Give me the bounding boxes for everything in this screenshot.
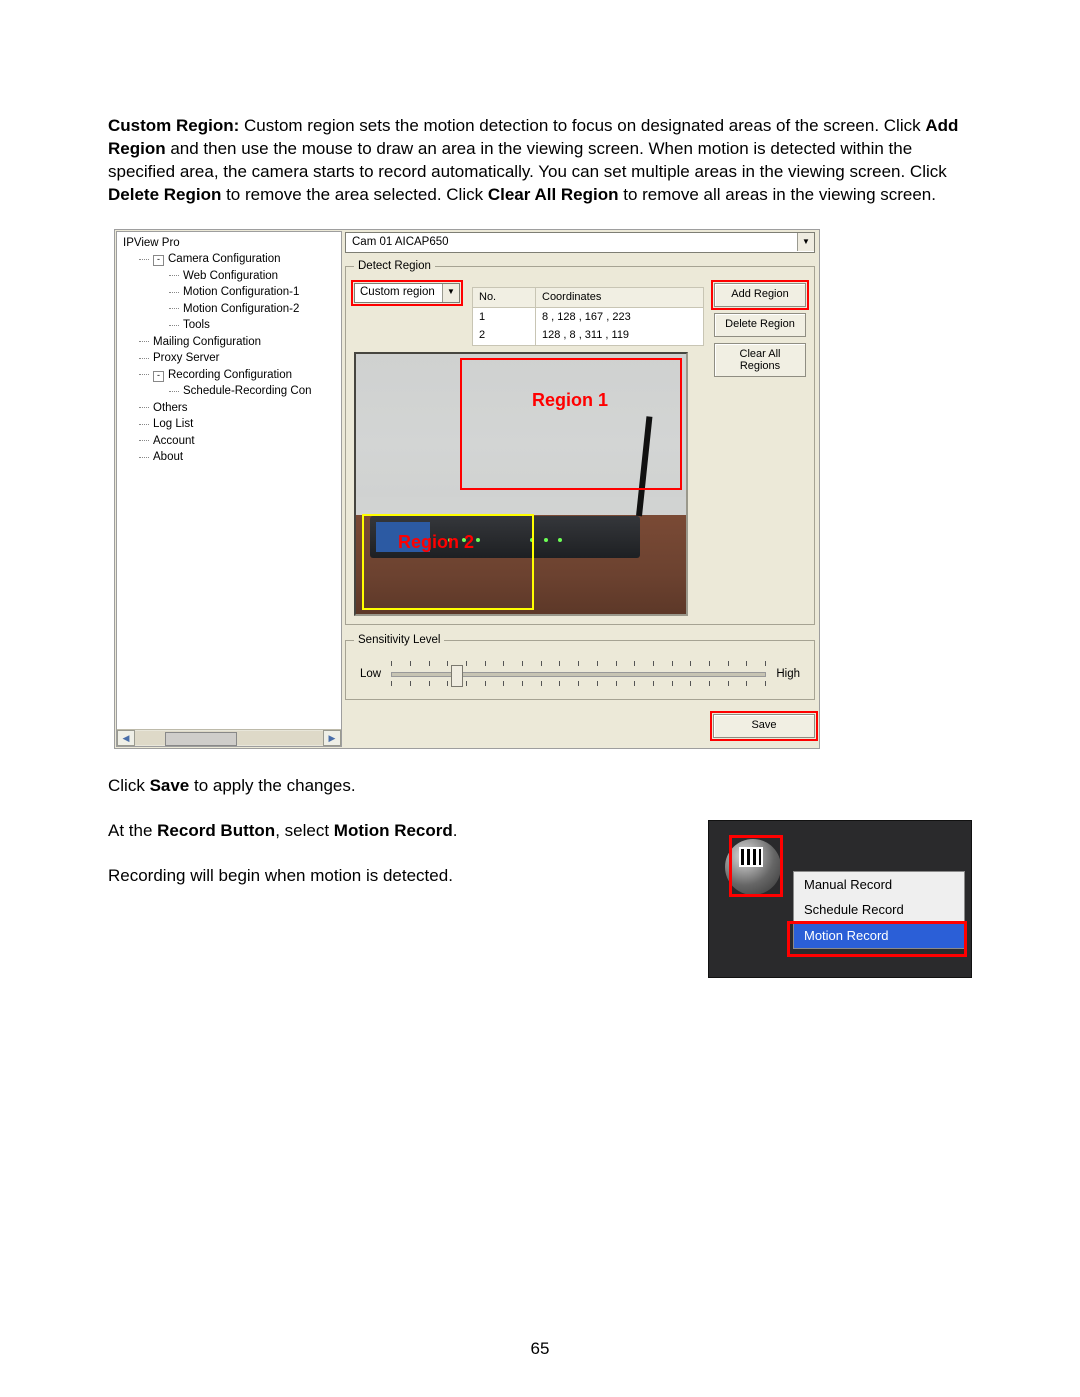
tree-expander-icon[interactable]: - — [153, 255, 164, 266]
region-mode-dropdown[interactable]: Custom region ▼ — [354, 283, 460, 303]
col-no-header: No. — [473, 288, 536, 307]
tree-scrollbar[interactable]: ◀ ▶ — [117, 729, 341, 746]
tree-tools[interactable]: Tools — [169, 318, 337, 334]
settings-pane: Cam 01 AICAP650 ▼ Detect Region Custom r… — [343, 230, 819, 748]
chevron-down-icon[interactable]: ▼ — [442, 284, 459, 302]
delete-region-button[interactable]: Delete Region — [714, 313, 806, 337]
scroll-track[interactable] — [135, 731, 323, 745]
intro-paragraph: Custom Region: Custom region sets the mo… — [108, 115, 972, 207]
clear-all-regions-button[interactable]: Clear All Regions — [714, 343, 806, 377]
region-1-label: Region 1 — [532, 388, 608, 412]
scroll-thumb[interactable] — [165, 732, 237, 746]
region-2-label: Region 2 — [398, 530, 474, 554]
tree-log-list[interactable]: Log List — [139, 417, 337, 433]
camera-dropdown[interactable]: Cam 01 AICAP650 ▼ — [345, 232, 815, 253]
slider-track — [391, 672, 766, 677]
tree-motion-config-1[interactable]: Motion Configuration-1 — [169, 285, 337, 301]
camera-preview[interactable]: Region 1 Region 2 — [354, 352, 688, 616]
scroll-right-icon[interactable]: ▶ — [323, 730, 341, 746]
detect-region-group: Detect Region Custom region ▼ No. Coo — [345, 259, 815, 625]
tree-web-config[interactable]: Web Configuration — [169, 269, 337, 285]
tree-account[interactable]: Account — [139, 434, 337, 450]
region-table: No. Coordinates 1 8 , 128 , 167 , 223 2 … — [472, 287, 704, 347]
tree-camera-config[interactable]: -Camera Configuration Web Configuration … — [139, 252, 337, 334]
region-buttons: Add Region Delete Region Clear All Regio… — [714, 283, 806, 617]
camera-selected-label: Cam 01 AICAP650 — [352, 235, 449, 251]
scroll-left-icon[interactable]: ◀ — [117, 730, 135, 746]
menu-schedule-record[interactable]: Schedule Record — [794, 897, 964, 923]
tree-proxy-server[interactable]: Proxy Server — [139, 351, 337, 367]
menu-manual-record[interactable]: Manual Record — [794, 872, 964, 898]
tree-recording-config[interactable]: -Recording Configuration Schedule-Record… — [139, 368, 337, 400]
sensitivity-level-group: Sensitivity Level Low High — [345, 633, 815, 700]
record-button-instruction: At the Record Button, select Motion Reco… — [108, 820, 674, 843]
region-mode-value: Custom region — [360, 285, 435, 301]
tree-schedule-recording[interactable]: Schedule-Recording Con — [169, 384, 337, 400]
col-coordinates-header: Coordinates — [536, 288, 703, 307]
motion-record-highlight — [787, 921, 967, 957]
record-button-highlight — [729, 835, 783, 897]
led-icon — [558, 538, 562, 542]
region-1-box[interactable]: Region 1 — [460, 358, 682, 490]
save-button[interactable]: Save — [713, 714, 815, 738]
sensitivity-legend: Sensitivity Level — [354, 633, 444, 649]
delete-region-bold: Delete Region — [108, 185, 221, 204]
chevron-down-icon[interactable]: ▼ — [797, 233, 814, 251]
save-instruction: Click Save to apply the changes. — [108, 775, 972, 798]
clear-all-region-bold: Clear All Region — [488, 185, 619, 204]
recording-start-note: Recording will begin when motion is dete… — [108, 865, 674, 888]
tree-motion-config-2[interactable]: Motion Configuration-2 — [169, 302, 337, 318]
page-number: 65 — [0, 1338, 1080, 1361]
ipview-pro-window: IPView Pro -Camera Configuration Web Con… — [114, 229, 820, 749]
table-row[interactable]: 1 8 , 128 , 167 , 223 — [473, 308, 703, 327]
led-icon — [544, 538, 548, 542]
custom-region-label: Custom Region: — [108, 116, 239, 135]
sensitivity-slider[interactable] — [391, 661, 766, 689]
table-row[interactable]: 2 128 , 8 , 311 , 119 — [473, 326, 703, 345]
sensitivity-low-label: Low — [360, 667, 381, 683]
tree-mailing-config[interactable]: Mailing Configuration — [139, 335, 337, 351]
detect-region-legend: Detect Region — [354, 259, 435, 275]
sensitivity-high-label: High — [776, 667, 800, 683]
tree-expander-icon[interactable]: - — [153, 371, 164, 382]
add-region-button[interactable]: Add Region — [714, 283, 806, 307]
tree-root: IPView Pro — [123, 236, 337, 252]
tree-others[interactable]: Others — [139, 401, 337, 417]
tree-about[interactable]: About — [139, 450, 337, 466]
region-2-box[interactable]: Region 2 — [362, 514, 534, 610]
config-tree-pane: IPView Pro -Camera Configuration Web Con… — [116, 231, 342, 747]
config-tree[interactable]: IPView Pro -Camera Configuration Web Con… — [117, 232, 341, 729]
record-menu-screenshot: Manual Record Schedule Record Motion Rec… — [708, 820, 972, 978]
